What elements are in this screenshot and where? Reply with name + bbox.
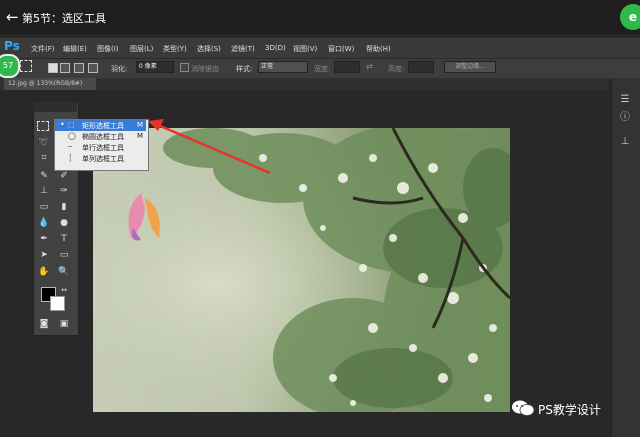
- style-select[interactable]: 正常: [258, 61, 308, 73]
- marquee-preset-icon[interactable]: [20, 60, 32, 72]
- width-input[interactable]: [334, 61, 360, 73]
- background-color-swatch[interactable]: [50, 296, 65, 311]
- brush-tool-icon[interactable]: ✐: [57, 170, 71, 182]
- layers-panel-icon[interactable]: ☰: [618, 94, 632, 106]
- marquee-tool-icon[interactable]: [37, 121, 49, 131]
- menu-view[interactable]: 视图(V): [293, 44, 317, 54]
- single-column-icon: ┆: [68, 154, 73, 162]
- swap-colors-icon[interactable]: ↔: [57, 284, 71, 296]
- zoom-tool-icon[interactable]: 🔍: [57, 266, 71, 278]
- feather-label: 羽化:: [111, 65, 128, 73]
- article-title: 第5节：选区工具: [22, 12, 106, 25]
- hand-tool-icon[interactable]: ✋: [37, 266, 51, 278]
- info-panel-icon[interactable]: ⓘ: [618, 112, 632, 124]
- intersect-selection-icon[interactable]: [88, 63, 98, 73]
- menu-select[interactable]: 选择(S): [197, 44, 221, 54]
- lasso-tool-icon[interactable]: ➰: [37, 137, 51, 149]
- menu-help[interactable]: 帮助(H): [366, 44, 391, 54]
- antialias-label: 消除锯齿: [191, 65, 219, 73]
- menu-type[interactable]: 类型(Y): [163, 44, 187, 54]
- menu-image[interactable]: 图像(I): [97, 44, 119, 54]
- blur-tool-icon[interactable]: 💧: [37, 217, 51, 229]
- right-panel-dock: [611, 78, 640, 437]
- menu-3d[interactable]: 3D(D): [265, 44, 286, 52]
- swap-icon[interactable]: ⇄: [366, 62, 373, 71]
- app-badge-icon: e: [620, 4, 640, 30]
- history-brush-icon[interactable]: ✑: [57, 185, 71, 197]
- document-tab[interactable]: 12.jpg @ 133%(RGB/8#): [4, 78, 96, 90]
- flyout-item-rectangular-marquee[interactable]: • ⬚ 矩形选框工具 M: [55, 120, 146, 131]
- menubar: [0, 38, 640, 58]
- selected-dot-icon: •: [60, 120, 65, 129]
- annotation-arrow-icon: [148, 119, 271, 175]
- menu-file[interactable]: 文件(F): [31, 44, 55, 54]
- path-select-icon[interactable]: ➤: [37, 249, 51, 261]
- flyout-item-single-row-marquee[interactable]: ┄ 单行选框工具: [55, 142, 146, 153]
- refine-edge-button[interactable]: 调整边缘...: [444, 61, 496, 73]
- height-label: 高度:: [388, 65, 405, 73]
- add-selection-icon[interactable]: [60, 63, 70, 73]
- rect-marquee-icon: ⬚: [68, 121, 75, 129]
- shape-tool-icon[interactable]: ▭: [57, 249, 71, 261]
- feather-input[interactable]: 0 像素: [136, 61, 174, 73]
- style-label: 样式:: [236, 65, 253, 73]
- ellipse-marquee-icon: ◯: [68, 132, 76, 140]
- width-label: 宽度:: [314, 65, 331, 73]
- crop-tool-icon[interactable]: ⌗: [37, 152, 51, 164]
- stamp-tool-icon[interactable]: ⊥: [37, 185, 51, 197]
- gradient-tool-icon[interactable]: ▮: [57, 201, 71, 213]
- watermark-text: PS教学设计: [538, 403, 601, 417]
- dodge-tool-icon[interactable]: ●: [57, 217, 71, 229]
- new-selection-icon[interactable]: [48, 63, 58, 73]
- menu-filter[interactable]: 滤镜(T): [231, 44, 255, 54]
- eyedropper-tool-icon[interactable]: ✎: [37, 170, 51, 182]
- antialias-checkbox[interactable]: [180, 63, 189, 72]
- menu-window[interactable]: 窗口(W): [328, 44, 354, 54]
- menu-edit[interactable]: 编辑(E): [63, 44, 87, 54]
- single-row-icon: ┄: [68, 143, 73, 151]
- back-arrow-icon[interactable]: ←: [6, 8, 19, 26]
- type-tool-icon[interactable]: T: [57, 233, 71, 245]
- flyout-item-single-column-marquee[interactable]: ┆ 单列选框工具: [55, 153, 146, 164]
- progress-badge: 57: [0, 54, 20, 78]
- eraser-tool-icon[interactable]: ▭: [37, 201, 51, 213]
- photoshop-logo: Ps: [4, 39, 20, 53]
- subtract-selection-icon[interactable]: [74, 63, 84, 73]
- tools-panel-header[interactable]: [33, 102, 77, 112]
- pen-tool-icon[interactable]: ✒: [37, 233, 51, 245]
- menu-layer[interactable]: 图层(L): [130, 44, 153, 54]
- screen-mode-icon[interactable]: ▣: [57, 318, 71, 330]
- adjust-panel-icon[interactable]: ⊥: [618, 136, 632, 148]
- height-input[interactable]: [408, 61, 434, 73]
- quick-mask-icon[interactable]: ◙: [37, 318, 51, 330]
- wechat-logo-icon: [512, 400, 535, 416]
- flyout-item-elliptical-marquee[interactable]: ◯ 椭圆选框工具 M: [55, 131, 146, 142]
